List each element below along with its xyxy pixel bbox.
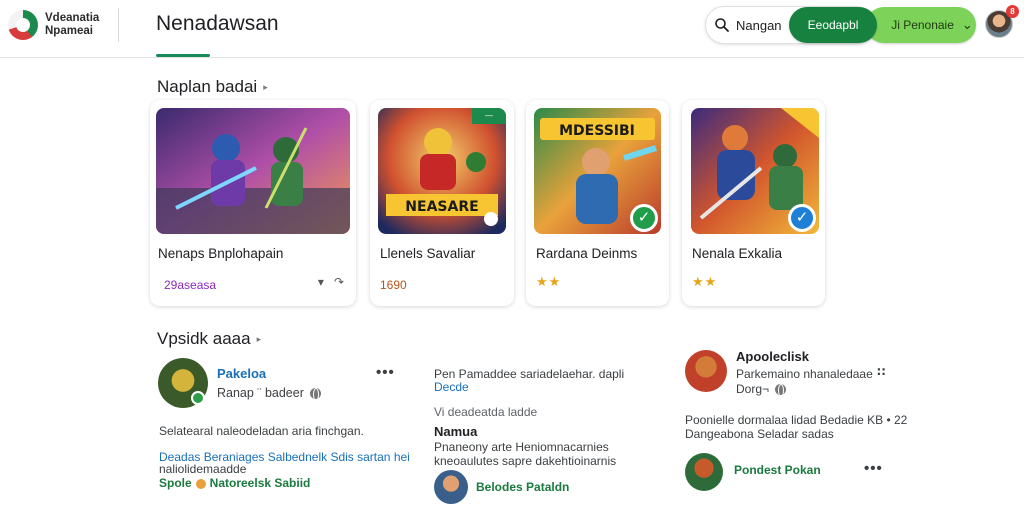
- card-title: Nenaps Bnplohapain: [158, 246, 284, 261]
- notification-badge[interactable]: 8: [1006, 5, 1019, 18]
- share-icon[interactable]: ↷: [334, 275, 344, 289]
- featured-card[interactable]: MDESSIBI ✓ Rardana Deinms ★★: [526, 100, 669, 306]
- post-subtitle-text: Ranap ¨ badeer: [217, 386, 304, 400]
- globe-icon: [775, 384, 787, 398]
- post-footer-link[interactable]: Belodes Pataldn: [476, 480, 569, 495]
- post-body-line: Vi deadeatda ladde: [434, 405, 538, 419]
- post-footer: Spole Natoreelsk Sabiid: [159, 476, 310, 491]
- rating-stars: ★★: [536, 274, 562, 289]
- logo-line-2: Npameai: [45, 25, 93, 37]
- post-avatar[interactable]: [685, 350, 727, 392]
- art-caption: NEASARE: [405, 199, 478, 215]
- card-meta: 29aseasa: [164, 278, 217, 292]
- post-subtitle-text: Dorg¬: [736, 382, 770, 396]
- post-body-line: Pnaneony arte Heniomnacarnies: [434, 440, 609, 454]
- art-caption: MDESSIBI: [559, 123, 635, 139]
- featured-card[interactable]: ✓ Nenala Exkalia ★★: [682, 100, 825, 306]
- logo-divider: [118, 8, 119, 42]
- logo-mark-icon: [8, 10, 38, 40]
- globe-icon: [309, 388, 321, 402]
- check-icon: ✓: [630, 204, 658, 232]
- logo-line-1: Vdeanatia: [45, 12, 100, 24]
- recent-section-heading[interactable]: Vpsidk aaaa ▸: [157, 329, 261, 349]
- post-subtitle: Ranap ¨ badeer: [217, 386, 321, 402]
- page-title: Nenadawsan: [156, 12, 279, 35]
- card-title: Rardana Deinms: [536, 246, 638, 261]
- chevron-down-icon[interactable]: ▾: [318, 275, 324, 289]
- post-avatar[interactable]: [434, 470, 468, 504]
- rating-stars: ★★: [692, 274, 718, 289]
- caret-right-icon: ▸: [263, 82, 268, 93]
- active-tab-indicator: [156, 54, 210, 57]
- post-subtitle: Parkemaino nhanaledaae: [736, 367, 873, 381]
- post-author[interactable]: Apooleclisk: [736, 349, 809, 364]
- more-options-icon[interactable]: •••: [376, 364, 395, 381]
- card-title: Nenala Exkalia: [692, 246, 783, 261]
- post-body-line: Selatearal naleodeladan aria finchgan.: [159, 424, 364, 438]
- post-footer-link[interactable]: Pondest Pokan: [734, 463, 821, 478]
- featured-section-heading[interactable]: Naplan badai ▸: [157, 77, 268, 97]
- game-art-image: [156, 108, 350, 234]
- primary-button[interactable]: Eeodapbl: [789, 7, 877, 43]
- expand-icon[interactable]: ∷: [877, 365, 886, 379]
- top-bar: Vdeanatia Npameai Nenadawsan Nangan Jі P…: [0, 0, 1024, 58]
- search-icon: [715, 18, 729, 32]
- secondary-button-label: Jі Penonaie: [891, 18, 954, 32]
- post-author[interactable]: Pakeloa: [217, 366, 266, 381]
- check-icon: ✓: [788, 204, 816, 232]
- card-title: Llenels Savaliar: [380, 246, 476, 261]
- post-subtitle: Dorg¬: [736, 382, 787, 398]
- recent-heading-text: Vpsidk aaaa: [157, 329, 251, 348]
- featured-card[interactable]: Nenaps Bnplohapain 29aseasa ▾ ↷: [150, 100, 356, 306]
- post-body-line: kneoaulutes sapre dakehtioinarnis: [434, 454, 617, 468]
- status-dot-icon: [484, 212, 498, 226]
- post-body-line: Dangeabona Seladar sadas: [685, 427, 834, 441]
- card-artwork: [156, 108, 350, 234]
- post-author[interactable]: Namua: [434, 424, 477, 439]
- secondary-dropdown-button[interactable]: Jі Penonaie ⌄: [866, 7, 976, 43]
- card-artwork: NEASARE —: [378, 108, 506, 234]
- post-footer-link[interactable]: Natoreelsk Sabiid: [210, 476, 311, 490]
- featured-card[interactable]: NEASARE — Llenels Savaliar 1690: [370, 100, 514, 306]
- post-body-line: Decde: [434, 380, 469, 394]
- card-actions: ▾ ↷: [318, 275, 344, 289]
- tag-dot-icon: [195, 478, 206, 489]
- more-options-icon[interactable]: •••: [864, 460, 883, 477]
- search-input[interactable]: Nangan: [736, 18, 782, 33]
- corner-tag: —: [472, 108, 506, 124]
- featured-heading-text: Naplan badai: [157, 77, 258, 96]
- logo-text: Vdeanatia Npameai: [45, 12, 99, 38]
- post-body-line: Poonielle dormalaa lidad Bedadie KB • 22: [685, 413, 908, 427]
- caret-right-icon: ▸: [256, 334, 262, 345]
- chevron-down-icon: ⌄: [961, 17, 973, 32]
- app-logo[interactable]: Vdeanatia Npameai: [8, 8, 118, 42]
- online-status-icon: [191, 391, 205, 405]
- post-avatar[interactable]: [685, 453, 723, 491]
- post-footer-tag[interactable]: Spole: [159, 476, 192, 490]
- post-body-line: naliolidemaadde: [159, 462, 247, 476]
- card-meta: 1690: [380, 278, 407, 292]
